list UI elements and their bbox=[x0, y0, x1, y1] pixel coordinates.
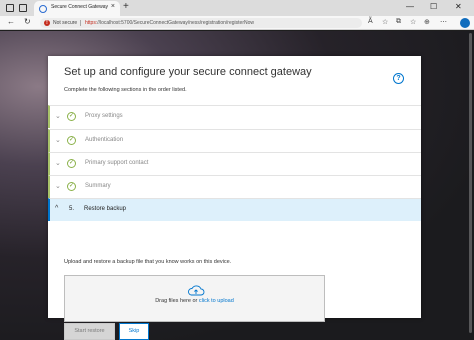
refresh-button[interactable]: ↻ bbox=[24, 17, 31, 26]
page-viewport: Set up and configure your secure connect… bbox=[0, 31, 474, 340]
chevron-down-icon: ⌄ bbox=[55, 160, 61, 167]
browser-tab[interactable]: Secure Connect Gateway × bbox=[34, 1, 120, 16]
chevron-down-icon: ⌄ bbox=[55, 183, 61, 190]
step-restore-backup[interactable]: ^ 5. Restore backup bbox=[48, 198, 421, 221]
profile-avatar[interactable] bbox=[460, 18, 470, 28]
back-button[interactable]: ← bbox=[7, 17, 15, 26]
step-label: Primary support contact bbox=[85, 160, 149, 166]
read-aloud-icon[interactable]: Ã bbox=[368, 18, 373, 25]
check-circle-icon: ✓ bbox=[67, 182, 76, 191]
click-to-upload-link[interactable]: click to upload bbox=[199, 298, 234, 304]
step-summary[interactable]: ⌄ ✓ Summary bbox=[48, 175, 421, 198]
step-label: Proxy settings bbox=[85, 113, 123, 119]
chevron-down-icon: ⌄ bbox=[55, 137, 61, 144]
chevron-down-icon: ⌄ bbox=[55, 113, 61, 120]
setup-card: Set up and configure your secure connect… bbox=[48, 56, 421, 340]
help-icon[interactable]: ? bbox=[393, 73, 404, 84]
favorites-icon[interactable]: ☆ bbox=[410, 18, 416, 26]
check-circle-icon: ✓ bbox=[67, 112, 76, 121]
step-proxy-settings[interactable]: ⌄ ✓ Proxy settings bbox=[48, 105, 421, 128]
url-scheme: https: bbox=[85, 20, 98, 26]
new-tab-button[interactable]: + bbox=[123, 1, 129, 12]
not-secure-label[interactable]: Not secure bbox=[53, 20, 77, 26]
window-menu-icon[interactable] bbox=[6, 4, 14, 12]
step-label: Restore backup bbox=[84, 206, 127, 212]
maximize-button[interactable]: ☐ bbox=[430, 2, 437, 11]
warning-icon[interactable]: ! bbox=[44, 20, 50, 26]
more-menu-icon[interactable]: ⋯ bbox=[440, 18, 447, 26]
check-circle-icon: ✓ bbox=[67, 159, 76, 168]
tab-title: Secure Connect Gateway bbox=[51, 4, 108, 10]
step-label: Authentication bbox=[85, 137, 124, 143]
cloud-upload-icon bbox=[188, 285, 205, 296]
check-circle-icon: ✓ bbox=[67, 136, 76, 145]
address-toolbar: ← ↻ ! Not secure https://localhost:5700/… bbox=[0, 16, 474, 30]
drop-instruction: Drag files here or bbox=[155, 298, 199, 304]
drop-zone-text: Drag files here or click to upload bbox=[65, 298, 324, 304]
step-primary-support-contact[interactable]: ⌄ ✓ Primary support contact bbox=[48, 152, 421, 175]
file-drop-zone[interactable]: Drag files here or click to upload bbox=[64, 275, 325, 322]
step-authentication[interactable]: ⌄ ✓ Authentication bbox=[48, 129, 421, 152]
scrollbar[interactable] bbox=[469, 33, 472, 333]
start-restore-button[interactable]: Start restore bbox=[64, 323, 115, 340]
split-screen-icon[interactable]: ⧉ bbox=[396, 18, 401, 26]
url-text[interactable]: https://localhost:5700/SecureConnectGate… bbox=[85, 20, 254, 26]
close-window-button[interactable]: ✕ bbox=[455, 2, 462, 11]
address-bar[interactable]: ! Not secure https://localhost:5700/Secu… bbox=[40, 18, 362, 28]
gateway-favicon-icon bbox=[39, 5, 47, 13]
collections-icon[interactable]: ⊕ bbox=[424, 18, 430, 26]
page-title: Set up and configure your secure connect… bbox=[64, 66, 312, 78]
step-label: Summary bbox=[85, 183, 111, 189]
restore-description: Upload and restore a backup file that yo… bbox=[64, 259, 232, 265]
url-path: //localhost:5700/SecureConnectGateway/ne… bbox=[97, 20, 254, 26]
workspaces-icon[interactable] bbox=[19, 4, 27, 12]
page-subtitle: Complete the following sections in the o… bbox=[64, 87, 187, 93]
skip-button[interactable]: Skip bbox=[119, 323, 149, 340]
tab-strip: Secure Connect Gateway × + — ☐ ✕ bbox=[0, 0, 474, 16]
chevron-up-icon: ^ bbox=[55, 205, 59, 212]
step-number: 5. bbox=[69, 206, 75, 212]
favorite-star-icon[interactable]: ☆ bbox=[382, 18, 388, 26]
minimize-button[interactable]: — bbox=[406, 2, 414, 11]
close-tab-icon[interactable]: × bbox=[111, 3, 115, 10]
address-divider bbox=[80, 20, 81, 26]
